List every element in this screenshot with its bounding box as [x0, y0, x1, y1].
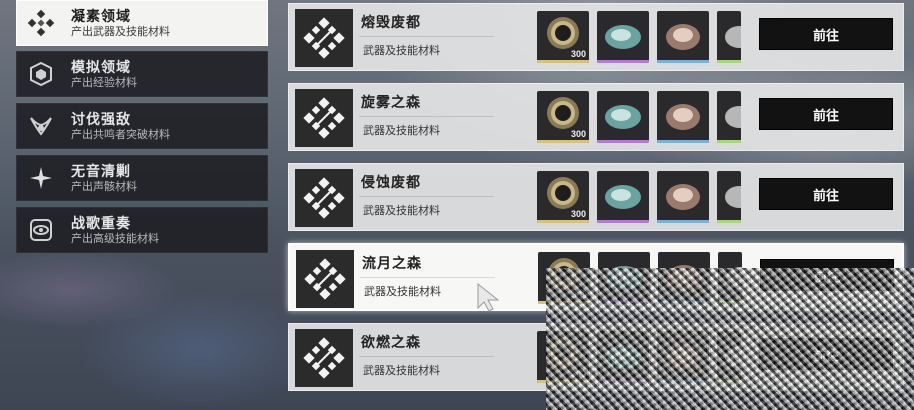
horned-emblem-icon	[21, 103, 61, 149]
sidebar-item-tacet[interactable]: 无音清剿 产出声骸材料	[16, 155, 268, 201]
crystal-cross-icon	[296, 250, 354, 308]
material-icon	[666, 24, 700, 50]
crystal-cross-icon	[295, 169, 353, 227]
domain-subtitle: 武器及技能材料	[364, 286, 441, 298]
reward-item[interactable]	[717, 91, 741, 143]
rarity-bar	[717, 140, 741, 143]
crystal-cross-icon	[295, 9, 353, 67]
material-icon	[725, 106, 741, 128]
material-icon	[666, 104, 700, 130]
sidebar-item-title: 无音清剿	[71, 162, 131, 179]
noise-overlay	[546, 268, 914, 410]
sidebar-item-title: 凝素领域	[71, 7, 131, 24]
reward-count: 300	[570, 49, 586, 59]
domain-name: 侵蚀废都	[361, 174, 421, 190]
go-button[interactable]: 前往	[759, 98, 893, 130]
material-icon	[725, 186, 741, 208]
rarity-bar	[717, 220, 741, 223]
rarity-bar	[657, 60, 709, 63]
reward-count: 300	[570, 209, 586, 219]
reward-count: 300	[570, 129, 586, 139]
cube-icon	[21, 51, 61, 97]
sidebar-item-echo-battle[interactable]: 战歌重奏 产出高级技能材料	[16, 207, 268, 253]
sidebar-item-forgery[interactable]: 凝素领域 产出武器及技能材料	[16, 0, 268, 46]
reward-item[interactable]	[657, 11, 709, 63]
domain-name: 欲燃之森	[361, 334, 421, 350]
go-button[interactable]: 前往	[759, 18, 893, 50]
mouse-cursor-icon	[476, 282, 502, 316]
reward-item[interactable]	[597, 91, 649, 143]
material-icon	[605, 105, 641, 129]
domain-subtitle: 武器及技能材料	[363, 205, 440, 217]
sidebar-item-subtitle: 产出经验材料	[71, 76, 137, 89]
domain-name: 流月之森	[362, 255, 422, 271]
rarity-bar	[597, 220, 649, 223]
sidebar-item-subtitle: 产出武器及技能材料	[71, 25, 170, 38]
reward-item[interactable]	[597, 11, 649, 63]
divider	[359, 196, 494, 197]
domain-subtitle: 武器及技能材料	[363, 45, 440, 57]
rarity-bar	[537, 140, 589, 143]
reward-item[interactable]	[597, 171, 649, 223]
domain-card-1[interactable]: 熔毁废都 武器及技能材料 300 前往	[288, 3, 904, 71]
divider	[360, 277, 495, 278]
reward-item[interactable]	[657, 171, 709, 223]
sidebar-item-title: 模拟领域	[71, 58, 131, 75]
crystal-cross-icon	[295, 89, 353, 147]
reward-stamina[interactable]: 300	[537, 11, 589, 63]
reward-item[interactable]	[657, 91, 709, 143]
domain-card-2[interactable]: 旋雾之森 武器及技能材料 300 前往	[288, 83, 904, 151]
sidebar-item-simulation[interactable]: 模拟领域 产出经验材料	[16, 51, 268, 97]
reward-item[interactable]	[717, 171, 741, 223]
reward-stamina[interactable]: 300	[537, 91, 589, 143]
domain-name: 旋雾之森	[361, 94, 421, 110]
go-button[interactable]: 前往	[759, 178, 893, 210]
sidebar-item-boss[interactable]: 讨伐强敌 产出共鸣者突破材料	[16, 103, 268, 149]
domain-subtitle: 武器及技能材料	[363, 365, 440, 377]
rarity-bar	[717, 60, 741, 63]
reward-stamina[interactable]: 300	[537, 171, 589, 223]
material-icon	[605, 25, 641, 49]
material-icon	[725, 26, 741, 48]
material-icon	[605, 185, 641, 209]
crystal-cross-icon	[295, 329, 353, 387]
reward-item[interactable]	[717, 11, 741, 63]
crystal-cross-icon	[21, 0, 61, 46]
sidebar-item-title: 战歌重奏	[71, 214, 131, 231]
rarity-bar	[657, 220, 709, 223]
rarity-bar	[597, 60, 649, 63]
divider	[359, 116, 494, 117]
sparkle-icon	[21, 155, 61, 201]
domain-name: 熔毁废都	[361, 14, 421, 30]
divider	[359, 36, 494, 37]
sidebar-item-subtitle: 产出声骸材料	[71, 180, 137, 193]
eye-emblem-icon	[21, 207, 61, 253]
sidebar-item-subtitle: 产出共鸣者突破材料	[71, 128, 170, 141]
sidebar-item-subtitle: 产出高级技能材料	[71, 232, 159, 245]
sidebar-item-title: 讨伐强敌	[71, 110, 131, 127]
rarity-bar	[537, 60, 589, 63]
divider	[359, 356, 494, 357]
material-icon	[666, 184, 700, 210]
domain-card-3[interactable]: 侵蚀废都 武器及技能材料 300 前往	[288, 163, 904, 231]
rarity-bar	[597, 140, 649, 143]
rarity-bar	[657, 140, 709, 143]
rarity-bar	[537, 220, 589, 223]
domain-subtitle: 武器及技能材料	[363, 125, 440, 137]
